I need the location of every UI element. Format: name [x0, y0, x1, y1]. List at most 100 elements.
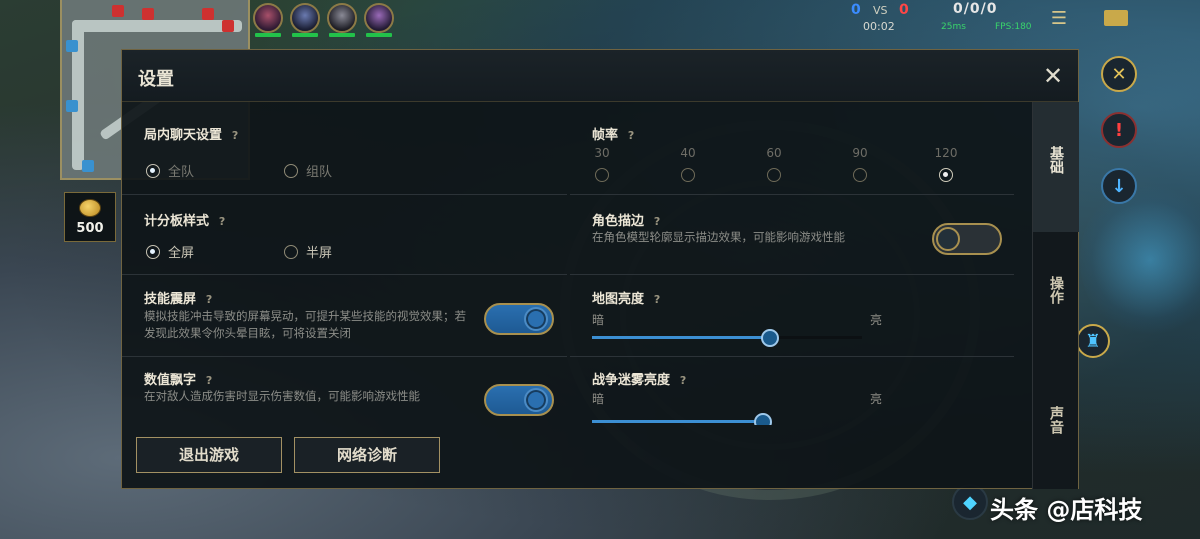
tab-controls[interactable]: 操作	[1033, 232, 1079, 362]
tab-basic-label: 基础	[1048, 146, 1064, 174]
chat-option-all[interactable]: 全队	[146, 161, 194, 180]
gold-value: 500	[76, 220, 104, 236]
help-icon[interactable]: ?	[650, 293, 664, 307]
settings-title: 设置	[138, 69, 174, 90]
ward-icon[interactable]: ♜	[1076, 324, 1110, 358]
fps-option-30[interactable]: 30	[582, 146, 622, 182]
fps-option-label: 30	[594, 146, 610, 160]
help-icon[interactable]: ?	[228, 129, 242, 143]
outline-toggle[interactable]	[932, 223, 1002, 255]
tab-sound[interactable]: 声音	[1033, 362, 1079, 489]
radio-unselected-icon	[681, 168, 695, 182]
slider-track	[770, 336, 862, 339]
radio-unselected-icon	[767, 168, 781, 182]
damage-numbers-label: 数值飘字	[144, 373, 197, 388]
ally-hp-bar	[292, 33, 318, 37]
scoreboard-bar[interactable]: 0 VS 0 0/0/0 00:02 25ms FPS:180	[845, 0, 1045, 36]
fps-readout: FPS:180	[995, 22, 1032, 32]
outline-desc: 在角色模型轮廓显示描边效果，可能影响游戏性能	[592, 230, 845, 244]
setting-frame-rate: 帧率? 30 40 60 90 120	[570, 102, 1014, 195]
ally-portrait[interactable]	[327, 3, 357, 33]
red-team-score: 0	[899, 2, 909, 18]
slider-fill	[592, 420, 762, 423]
kda-readout: 0/0/0	[953, 1, 998, 17]
settings-dialog: 设置 ✕ 局内聊天设置? 全队 组队 计分板样式? 全屏 半屏 技能震屏 ? 模…	[121, 49, 1079, 489]
map-brightness-slider[interactable]	[592, 329, 862, 347]
versus-label: VS	[873, 4, 888, 17]
recall-icon[interactable]: ↓	[1101, 168, 1137, 204]
help-icon[interactable]: ?	[202, 293, 216, 307]
close-icon[interactable]: ✕	[1040, 63, 1066, 89]
help-icon[interactable]: ?	[215, 215, 229, 229]
radio-unselected-icon	[284, 244, 298, 259]
help-icon[interactable]: ?	[624, 129, 638, 143]
screen-shake-label: 技能震屏	[144, 292, 197, 307]
fog-brightness-slider[interactable]	[592, 413, 862, 425]
scoreboard-option-full[interactable]: 全屏	[146, 242, 194, 261]
screen-shake-desc: 模拟技能冲击导致的屏幕晃动，可提升某些技能的视觉效果；若发现此效果令你头晕目眩，…	[144, 309, 466, 340]
fps-option-40[interactable]: 40	[668, 146, 708, 182]
fps-option-90[interactable]: 90	[840, 146, 880, 182]
help-icon[interactable]: ?	[650, 215, 664, 229]
gold-counter[interactable]: 500	[64, 192, 116, 242]
setting-screen-shake: 技能震屏? 模拟技能冲击导致的屏幕晃动，可提升某些技能的视觉效果；若发现此效果令…	[122, 275, 567, 357]
fog-brightness-max: 亮	[870, 392, 883, 406]
fps-option-label: 60	[766, 146, 782, 160]
exit-game-button[interactable]: 退出游戏	[136, 437, 282, 473]
chat-option-party[interactable]: 组队	[284, 161, 332, 180]
radio-unselected-icon	[595, 168, 609, 182]
fps-option-label: 120	[934, 146, 958, 160]
chat-icon[interactable]	[1104, 10, 1128, 26]
fps-option-120[interactable]: 120	[926, 146, 966, 182]
help-icon[interactable]: ?	[202, 374, 216, 388]
frame-rate-label: 帧率	[592, 128, 619, 143]
scoreboard-option-full-label: 全屏	[168, 246, 195, 261]
scoreboard-option-half-label: 半屏	[306, 246, 333, 261]
slider-fill	[592, 336, 770, 339]
setting-fog-brightness: 战争迷雾亮度? 暗 亮	[570, 357, 1014, 425]
minimap-lane	[72, 20, 242, 32]
tab-basic[interactable]: 基础	[1033, 102, 1079, 232]
network-diagnose-button[interactable]: 网络诊断	[294, 437, 440, 473]
map-brightness-label: 地图亮度	[592, 292, 645, 307]
watermark: 头条 @店科技	[990, 496, 1143, 524]
chat-option-party-label: 组队	[306, 165, 333, 180]
red-tower-icon	[202, 8, 214, 20]
radio-unselected-icon	[284, 163, 298, 178]
ally-portrait[interactable]	[253, 3, 283, 33]
radio-selected-icon	[146, 163, 160, 178]
toggle-knob	[524, 307, 548, 331]
fps-option-label: 90	[852, 146, 868, 160]
ward-item-icon[interactable]: ◆	[952, 484, 988, 520]
tab-sound-label: 声音	[1048, 406, 1064, 434]
settings-content: 局内聊天设置? 全队 组队 计分板样式? 全屏 半屏 技能震屏? 模拟技能冲击导…	[122, 102, 1032, 425]
map-brightness-min: 暗	[592, 313, 605, 327]
red-tower-icon	[112, 5, 124, 17]
fog-brightness-label: 战争迷雾亮度	[592, 373, 671, 388]
shop-swords-icon[interactable]: ✕	[1101, 56, 1137, 92]
red-tower-icon	[222, 20, 234, 32]
slider-thumb[interactable]	[761, 329, 779, 347]
screen-shake-toggle[interactable]	[484, 303, 554, 335]
radio-unselected-icon	[853, 168, 867, 182]
ally-hp-bar	[366, 33, 392, 37]
red-tower-icon	[142, 8, 154, 20]
setting-map-brightness: 地图亮度? 暗 亮	[570, 275, 1014, 357]
chat-setting-label: 局内聊天设置	[144, 128, 223, 143]
fps-option-60[interactable]: 60	[754, 146, 794, 182]
fps-option-label: 40	[680, 146, 696, 160]
outline-label: 角色描边	[592, 214, 645, 229]
slider-thumb[interactable]	[754, 413, 772, 425]
ally-portrait[interactable]	[364, 3, 394, 33]
damage-numbers-desc: 在对敌人造成伤害时显示伤害数值，可能影响游戏性能	[144, 389, 420, 403]
scoreboard-option-half[interactable]: 半屏	[284, 242, 332, 261]
blue-tower-icon	[82, 160, 94, 172]
help-icon[interactable]: ?	[676, 374, 690, 388]
danger-ping-icon[interactable]: !	[1101, 112, 1137, 148]
toggle-knob	[524, 388, 548, 412]
ally-portrait[interactable]	[290, 3, 320, 33]
damage-numbers-toggle[interactable]	[484, 384, 554, 416]
setting-scoreboard: 计分板样式? 全屏 半屏	[122, 195, 567, 275]
setting-damage-numbers: 数值飘字? 在对敌人造成伤害时显示伤害数值，可能影响游戏性能	[122, 357, 567, 425]
menu-icon[interactable]: ☰	[1046, 8, 1072, 29]
